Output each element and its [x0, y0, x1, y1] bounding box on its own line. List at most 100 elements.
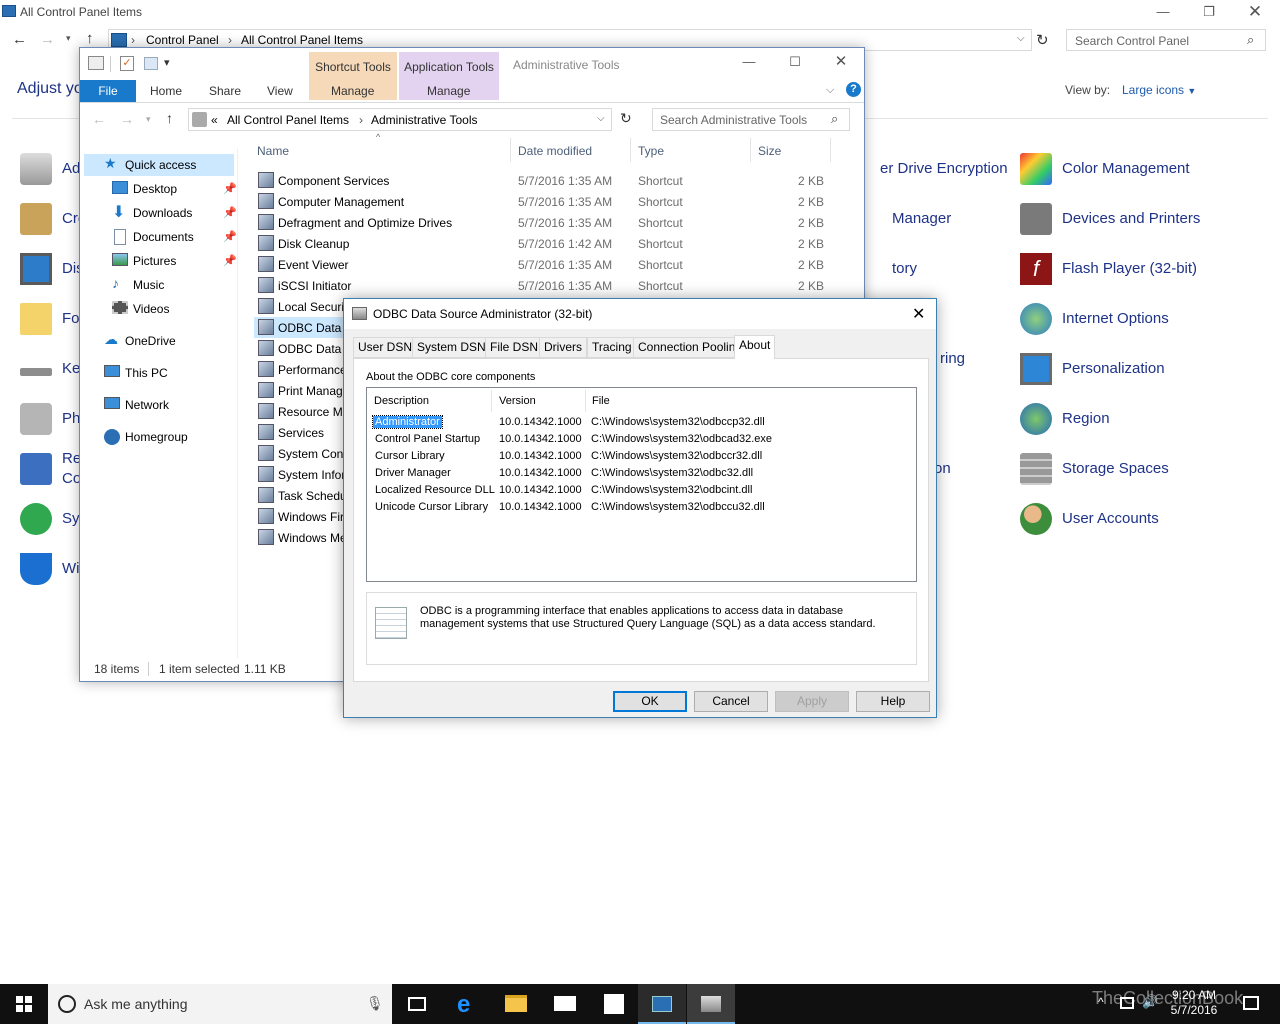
start-button[interactable] [0, 984, 48, 1024]
explorer-minimize-button[interactable]: — [726, 52, 772, 72]
column-version[interactable]: Version [499, 395, 536, 407]
up-button[interactable]: ↑ [86, 30, 94, 47]
breadcrumb-overflow[interactable]: « [211, 113, 218, 127]
apply-button[interactable]: Apply [775, 691, 849, 712]
column-file[interactable]: File [592, 395, 610, 407]
recent-chevron-icon[interactable]: ▾ [146, 114, 151, 125]
clock[interactable]: 9:20 AM 5/7/2016 [1164, 988, 1224, 1018]
component-row[interactable]: Unicode Cursor Library 10.0.14342.1000 C:\… [373, 499, 913, 516]
file-row[interactable]: Disk Cleanup 5/7/2016 1:42 AM Shortcut 2 KB [254, 233, 834, 254]
pin-icon[interactable]: 📌 [223, 254, 237, 267]
mail-button[interactable] [540, 984, 588, 1024]
explorer-maximize-button[interactable]: ☐ [772, 52, 818, 72]
tab-file[interactable]: File [80, 80, 136, 102]
column-name[interactable]: Name [257, 144, 289, 158]
file-row[interactable]: Defragment and Optimize Drives 5/7/2016 1… [254, 212, 834, 233]
tab-view[interactable]: View [267, 84, 293, 98]
explorer-address-bar[interactable]: « All Control Panel Items › Administrati… [188, 108, 612, 131]
file-row[interactable]: Event Viewer 5/7/2016 1:35 AM Shortcut 2 KB [254, 254, 834, 275]
forward-button[interactable]: → [40, 31, 55, 48]
tab-connection-pooling[interactable]: Connection Pooling [633, 337, 748, 358]
task-view-button[interactable] [392, 984, 440, 1024]
component-row[interactable]: Control Panel Startup 10.0.14342.1000 C:\W… [373, 431, 913, 448]
column-date-modified[interactable]: Date modified [518, 144, 592, 158]
pin-icon[interactable]: 📌 [223, 230, 237, 243]
component-row[interactable]: Driver Manager 10.0.14342.1000 C:\Windows\… [373, 465, 913, 482]
nav-documents[interactable]: Documents 📌 [80, 226, 237, 248]
back-button[interactable]: ← [12, 31, 27, 48]
network-tray-icon[interactable] [1120, 997, 1134, 1009]
pin-icon[interactable]: 📌 [223, 206, 237, 219]
component-row[interactable]: Cursor Library 10.0.14342.1000 C:\Windows\… [373, 448, 913, 465]
customize-qat-icon[interactable]: ▾ [164, 56, 170, 69]
nav-pictures[interactable]: Pictures 📌 [80, 250, 237, 272]
cortana-search-box[interactable]: Ask me anything 🎙 [48, 984, 392, 1024]
refresh-button[interactable]: ↻ [620, 110, 632, 127]
properties-icon[interactable] [88, 56, 104, 70]
nav-quick-access[interactable]: ★ Quick access [84, 154, 234, 176]
address-dropdown-icon[interactable]: ⌵ [1017, 33, 1025, 44]
checklist-icon[interactable]: ✓ [120, 56, 134, 71]
nav-videos[interactable]: Videos [80, 298, 236, 320]
forward-button[interactable]: → [120, 111, 134, 127]
tab-home[interactable]: Home [150, 84, 182, 98]
breadcrumb-control-panel[interactable]: Control Panel [146, 33, 219, 47]
new-folder-icon[interactable] [144, 57, 158, 70]
nav-network[interactable]: Network [80, 394, 236, 416]
odbc-close-button[interactable]: ✕ [912, 304, 925, 324]
file-row[interactable]: Computer Management 5/7/2016 1:35 AM Short… [254, 191, 834, 212]
nav-onedrive[interactable]: ☁ OneDrive [80, 330, 236, 352]
control-panel-taskbar-button[interactable] [638, 984, 686, 1024]
nav-this-pc[interactable]: This PC [80, 362, 236, 384]
nav-downloads[interactable]: ⬇ Downloads 📌 [80, 202, 237, 224]
column-type[interactable]: Type [638, 144, 664, 158]
restore-button[interactable]: ❐ [1186, 2, 1232, 22]
pin-icon[interactable]: 📌 [223, 182, 237, 195]
nav-music[interactable]: ♪ Music [80, 274, 236, 296]
action-center-icon[interactable] [1243, 996, 1259, 1010]
tab-user-dsn[interactable]: User DSN [353, 337, 418, 358]
odbc-taskbar-button[interactable] [687, 984, 735, 1024]
column-description[interactable]: Description [374, 395, 429, 407]
close-button[interactable]: ✕ [1232, 2, 1278, 22]
nav-desktop[interactable]: Desktop 📌 [80, 178, 237, 200]
help-button[interactable]: Help [856, 691, 930, 712]
view-by-dropdown[interactable]: Large icons ▼ [1122, 83, 1196, 97]
ok-button[interactable]: OK [613, 691, 687, 712]
explorer-search-input[interactable]: Search Administrative Tools ⌕ [652, 108, 850, 131]
tab-shortcut-manage[interactable]: Manage [331, 84, 374, 98]
components-list[interactable]: Description Version File Administrator 10… [366, 387, 917, 582]
breadcrumb-admin-tools[interactable]: Administrative Tools [371, 113, 478, 127]
expand-ribbon-chevron-icon[interactable]: ⌵ [826, 84, 834, 97]
refresh-button[interactable]: ↻ [1036, 31, 1049, 49]
back-button[interactable]: ← [92, 111, 106, 127]
tab-about[interactable]: About [734, 335, 776, 359]
cancel-button[interactable]: Cancel [694, 691, 768, 712]
tab-system-dsn[interactable]: System DSN [412, 337, 491, 358]
file-row[interactable]: iSCSI Initiator 5/7/2016 1:35 AM Shortcut 2… [254, 275, 834, 296]
nav-homegroup[interactable]: Homegroup [80, 426, 236, 448]
file-row[interactable]: Component Services 5/7/2016 1:35 AM Shortc… [254, 170, 834, 191]
explorer-close-button[interactable]: ✕ [818, 52, 864, 72]
microphone-icon[interactable]: 🎙 [366, 995, 384, 1012]
up-button[interactable]: ↑ [166, 110, 173, 126]
minimize-button[interactable]: — [1140, 2, 1186, 22]
component-row[interactable]: Localized Resource DLL 10.0.14342.1000 C:\… [373, 482, 913, 499]
component-row[interactable]: Administrator 10.0.14342.1000 C:\Windows\s… [372, 414, 913, 431]
tab-application-manage[interactable]: Manage [427, 84, 470, 98]
tab-file-dsn[interactable]: File DSN [485, 337, 544, 358]
store-button[interactable] [589, 984, 637, 1024]
tab-tracing[interactable]: Tracing [587, 337, 637, 358]
search-input[interactable]: Search Control Panel ⌕ [1066, 29, 1266, 51]
recent-locations-chevron-icon[interactable]: ▾ [66, 33, 71, 44]
breadcrumb-all-items[interactable]: All Control Panel Items [241, 33, 363, 47]
address-chevron-icon[interactable]: › [131, 33, 135, 47]
tab-drivers[interactable]: Drivers [539, 337, 587, 358]
show-hidden-icons-icon[interactable]: ^ [1098, 995, 1104, 1009]
volume-icon[interactable]: 🔊 [1142, 994, 1158, 1010]
breadcrumb-all-items[interactable]: All Control Panel Items [227, 113, 349, 127]
edge-button[interactable]: e [442, 984, 490, 1024]
column-size[interactable]: Size [758, 144, 781, 158]
file-explorer-button[interactable] [491, 984, 539, 1024]
address-dropdown-icon[interactable]: ⌵ [597, 113, 605, 124]
